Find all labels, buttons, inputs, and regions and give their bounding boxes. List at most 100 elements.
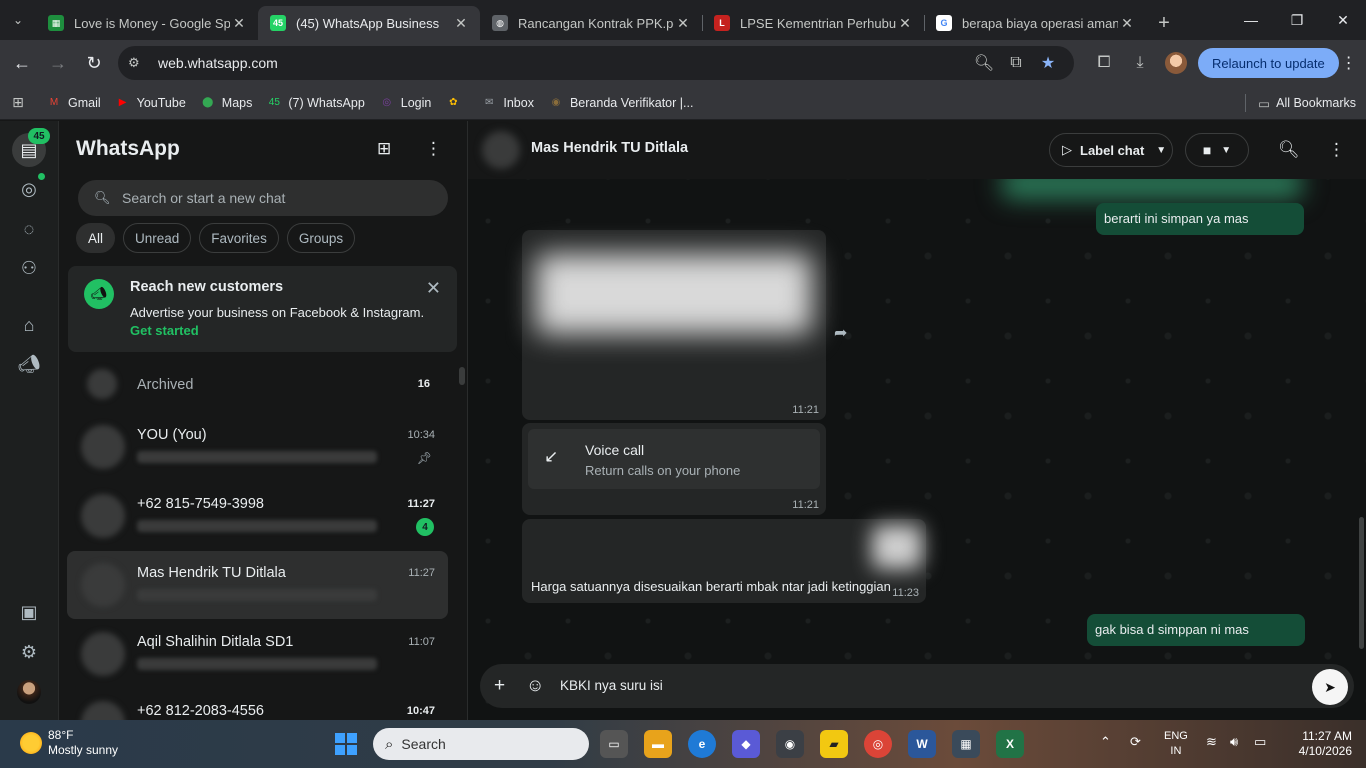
start-icon[interactable]: [335, 733, 357, 755]
voice-call-message[interactable]: ↙︎ Voice call Return calls on your phone…: [522, 423, 826, 515]
browser-tab[interactable]: ◍ Rancangan Kontrak PPK.pdf ✕: [480, 6, 702, 40]
taskview-icon[interactable]: ▭: [600, 730, 628, 758]
chat-list-scrollbar[interactable]: [459, 361, 465, 720]
close-tab-icon[interactable]: ✕: [896, 15, 914, 32]
bookmark-item[interactable]: 45 (7) WhatsApp: [266, 95, 365, 111]
channels-icon[interactable]: ◌: [15, 215, 43, 243]
close-tab-icon[interactable]: ✕: [1118, 15, 1136, 32]
get-started-link[interactable]: Get started: [130, 323, 199, 338]
forward-icon[interactable]: ➦: [834, 323, 847, 343]
restore-icon[interactable]: ❐: [1274, 0, 1320, 40]
clock[interactable]: 11:27 AM 4/10/2026: [1278, 729, 1352, 759]
new-chat-icon[interactable]: ⊞: [377, 139, 391, 159]
address-bar[interactable]: ⚙ web.whatsapp.com 🔍︎ ⧉ ★: [118, 46, 1074, 80]
browser-tab[interactable]: 45 (45) WhatsApp Business ✕: [258, 6, 480, 40]
chat-row[interactable]: Mas Hendrik TU Ditlala 11:27: [67, 551, 448, 619]
bookmark-item[interactable]: ✿: [445, 95, 467, 111]
downloads-icon[interactable]: ⤓: [1122, 45, 1158, 81]
install-app-icon[interactable]: ⧉: [1000, 54, 1032, 72]
url-text[interactable]: web.whatsapp.com: [158, 55, 968, 71]
bookmark-item[interactable]: M Gmail: [46, 95, 101, 111]
volume-icon[interactable]: 🔊︎: [1230, 734, 1238, 750]
browser-tab[interactable]: Gberapa biaya operasi amand ✕: [924, 6, 1146, 40]
language-indicator[interactable]: ENG IN: [1164, 729, 1188, 759]
bookmark-star-icon[interactable]: ★: [1032, 53, 1064, 73]
camera-icon[interactable]: ◉: [776, 730, 804, 758]
advertise-icon[interactable]: 📣︎: [15, 350, 43, 378]
contact-avatar[interactable]: [482, 131, 520, 169]
menu-icon[interactable]: ⋮: [425, 139, 442, 159]
forward-icon[interactable]: →: [40, 45, 76, 81]
bookmark-item[interactable]: ✉ Inbox: [481, 95, 534, 111]
browser-tab[interactable]: ▦ Love is Money - Google Spre ✕: [36, 6, 258, 40]
label-chat-button[interactable]: ▷ Label chat ▼: [1049, 133, 1173, 167]
contact-name[interactable]: Mas Hendrik TU Ditlala: [531, 140, 688, 156]
profile-photo[interactable]: [17, 680, 41, 704]
sync-icon[interactable]: ⟳: [1130, 734, 1141, 750]
conversation-scrollbar[interactable]: [1359, 517, 1364, 649]
settings-icon[interactable]: ⚙: [15, 638, 43, 666]
reload-icon[interactable]: ↻: [76, 45, 112, 81]
media-message[interactable]: 11:21: [522, 230, 826, 420]
close-icon[interactable]: ✕: [426, 278, 441, 299]
excel-icon[interactable]: X: [996, 730, 1024, 758]
search-input[interactable]: 🔍︎ Search or start a new chat: [78, 180, 448, 216]
apps-icon[interactable]: ⊞: [10, 94, 32, 111]
message-incoming[interactable]: Harga satuannya disesuaikan berarti mbak…: [522, 519, 926, 603]
close-window-icon[interactable]: ✕: [1320, 0, 1366, 40]
filter-chip[interactable]: Favorites: [199, 223, 279, 253]
bookmark-item[interactable]: ▶ YouTube: [115, 95, 186, 111]
archived-row[interactable]: Archived 16: [67, 361, 448, 407]
bookmark-item[interactable]: ◎ Login: [379, 95, 431, 111]
wifi-icon[interactable]: ≋: [1206, 734, 1217, 750]
all-bookmarks[interactable]: ▭ All Bookmarks: [1245, 86, 1356, 120]
weather-widget[interactable]: 88°F Mostly sunny: [20, 728, 118, 758]
bookmark-item[interactable]: ◉ Beranda Verifikator |...: [548, 95, 694, 111]
filter-chip[interactable]: Groups: [286, 223, 356, 253]
message-input[interactable]: KBKI nya suru isi: [560, 678, 663, 693]
tab-search-dropdown-icon[interactable]: ⌄: [0, 0, 36, 40]
relaunch-button[interactable]: Relaunch to update: [1198, 48, 1339, 78]
chat-row[interactable]: Aqil Shalihin Ditlala SD1 11:07: [67, 620, 448, 688]
sticky-notes-icon[interactable]: ▰: [820, 730, 848, 758]
chat-row[interactable]: +62 815-7549-3998 11:27 4: [67, 482, 448, 550]
bookmark-item[interactable]: ⬤ Maps: [200, 95, 252, 111]
chat-row[interactable]: YOU (You) 10:34 📌︎: [67, 413, 448, 481]
catalog-icon[interactable]: ⌂: [15, 311, 43, 339]
promo-card[interactable]: 📣︎ Reach new customers Advertise your bu…: [68, 266, 457, 352]
site-info-icon[interactable]: ⚙: [128, 55, 150, 71]
chrome-icon[interactable]: ◎: [864, 730, 892, 758]
browser-tab[interactable]: L LPSE Kementrian Perhubung ✕: [702, 6, 924, 40]
message-outgoing[interactable]: berarti ini simpan ya mas: [1096, 203, 1304, 235]
word-icon[interactable]: W: [908, 730, 936, 758]
minimize-icon[interactable]: —: [1228, 0, 1274, 40]
send-button[interactable]: ➤: [1312, 669, 1348, 705]
copilot-icon[interactable]: ◆: [732, 730, 760, 758]
communities-icon[interactable]: ⚇: [15, 254, 43, 282]
edge-icon[interactable]: e: [688, 730, 716, 758]
filter-chip[interactable]: All: [76, 223, 116, 253]
message-composer[interactable]: + ☺ KBKI nya suru isi: [480, 664, 1354, 708]
zoom-icon[interactable]: 🔍︎: [968, 53, 1000, 73]
back-icon[interactable]: ←: [4, 45, 40, 81]
message-outgoing[interactable]: gak bisa d simppan ni mas: [1087, 614, 1305, 646]
profile-avatar[interactable]: [1165, 52, 1187, 74]
calculator-icon[interactable]: ▦: [952, 730, 980, 758]
filter-chip[interactable]: Unread: [123, 223, 192, 253]
new-tab-button[interactable]: +: [1146, 6, 1182, 40]
extensions-icon[interactable]: ⧠: [1086, 45, 1122, 81]
attach-plus-icon[interactable]: +: [494, 675, 505, 697]
battery-icon[interactable]: ▭: [1254, 734, 1266, 750]
conversation-menu-icon[interactable]: ⋮: [1328, 140, 1345, 160]
video-call-button[interactable]: ■ ▼: [1185, 133, 1249, 167]
close-tab-icon[interactable]: ✕: [230, 15, 248, 32]
close-tab-icon[interactable]: ✕: [452, 15, 470, 32]
taskbar-search[interactable]: ⌕ Search: [373, 728, 589, 760]
search-messages-icon[interactable]: 🔍︎: [1278, 140, 1300, 160]
browser-menu-icon[interactable]: ⋮: [1339, 53, 1359, 73]
conversation-header[interactable]: Mas Hendrik TU Ditlala ▷ Label chat ▼ ■ …: [468, 121, 1366, 179]
file-explorer-icon[interactable]: ▬: [644, 730, 672, 758]
close-tab-icon[interactable]: ✕: [674, 15, 692, 32]
sticker-icon[interactable]: ☺: [526, 675, 544, 696]
tray-chevron-icon[interactable]: ⌃: [1100, 734, 1111, 750]
